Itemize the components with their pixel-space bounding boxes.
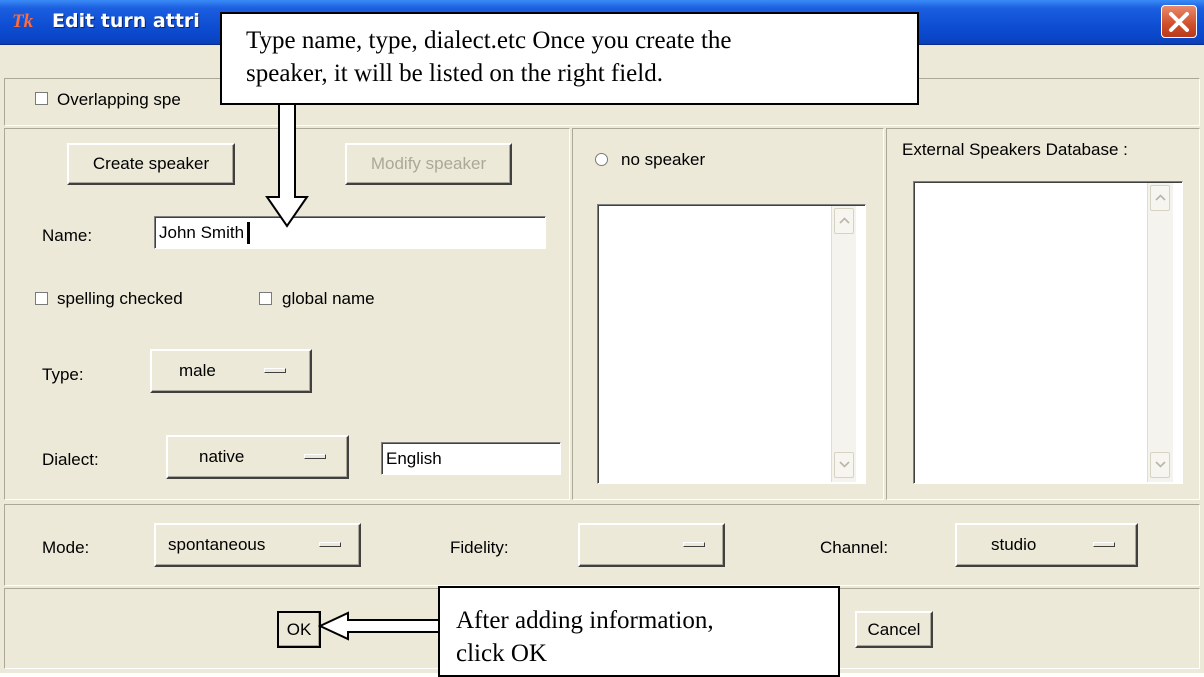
- window-title: Edit turn attri: [52, 10, 200, 32]
- menu-indicator-icon: [1093, 542, 1115, 547]
- fidelity-menu-button[interactable]: [578, 523, 725, 567]
- global-name-checkbox[interactable]: [259, 292, 272, 305]
- spelling-checked-label: spelling checked: [57, 289, 183, 308]
- dialect-menu-button[interactable]: native: [166, 435, 349, 479]
- external-speakers-database-label: External Speakers Database :: [902, 140, 1128, 159]
- ok-callout: After adding information, click OK: [438, 586, 840, 677]
- external-speakers-listbox[interactable]: [913, 181, 1183, 484]
- callout-text-line: After adding information,: [456, 607, 714, 634]
- mode-value: spontaneous: [168, 535, 266, 554]
- chevron-down-icon: [1155, 461, 1166, 468]
- dialect-value: native: [199, 447, 245, 466]
- close-icon: [1169, 12, 1189, 32]
- mode-label: Mode:: [42, 538, 90, 557]
- speakers-listbox[interactable]: [597, 204, 866, 484]
- overlapping-speech-label: Overlapping spe: [57, 90, 181, 109]
- menu-indicator-icon: [319, 542, 341, 547]
- type-label: Type:: [42, 365, 84, 384]
- spelling-checked-checkbox[interactable]: [35, 292, 48, 305]
- name-label: Name:: [42, 226, 93, 245]
- dialect-label: Dialect:: [42, 450, 99, 469]
- external-scrollbar[interactable]: [1147, 183, 1173, 482]
- menu-indicator-icon: [304, 454, 326, 459]
- scroll-down-button[interactable]: [1150, 452, 1170, 478]
- scroll-down-button[interactable]: [834, 452, 854, 478]
- chevron-up-icon: [839, 217, 850, 224]
- callout-text-line: speaker, it will be listed on the right …: [246, 60, 663, 87]
- dialect-text-field[interactable]: English: [381, 442, 561, 475]
- left-arrow-icon: [318, 611, 440, 641]
- fidelity-label: Fidelity:: [450, 538, 509, 557]
- callout-text-line: Type name, type, dialect.etc Once you cr…: [246, 27, 732, 54]
- close-button[interactable]: [1161, 5, 1197, 38]
- no-speaker-label: no speaker: [621, 150, 706, 169]
- no-speaker-radio[interactable]: [595, 153, 608, 166]
- chevron-up-icon: [1155, 194, 1166, 201]
- channel-menu-button[interactable]: studio: [955, 523, 1138, 567]
- menu-indicator-icon: [264, 368, 286, 373]
- modify-speaker-button[interactable]: Modify speaker: [345, 143, 512, 185]
- callout-text-line: click OK: [456, 640, 547, 667]
- name-value: John Smith: [159, 222, 245, 242]
- scroll-up-button[interactable]: [834, 208, 854, 234]
- text-cursor: [247, 221, 251, 244]
- chevron-down-icon: [839, 461, 850, 468]
- name-field[interactable]: John Smith: [154, 216, 546, 249]
- channel-value: studio: [991, 535, 1037, 554]
- create-speaker-button[interactable]: Create speaker: [67, 143, 235, 185]
- ok-button[interactable]: OK: [277, 611, 321, 648]
- type-value: male: [179, 361, 216, 380]
- menu-indicator-icon: [683, 542, 705, 547]
- speakers-scrollbar[interactable]: [831, 206, 856, 482]
- type-menu-button[interactable]: male: [150, 349, 312, 393]
- scroll-up-button[interactable]: [1150, 185, 1170, 211]
- overlapping-speech-checkbox[interactable]: [35, 92, 48, 105]
- cancel-button[interactable]: Cancel: [855, 611, 933, 648]
- mode-menu-button[interactable]: spontaneous: [154, 523, 361, 567]
- down-arrow-icon: [265, 103, 309, 228]
- channel-label: Channel:: [820, 538, 889, 557]
- transcriber-app-icon: Tk: [12, 11, 34, 32]
- global-name-label: global name: [282, 289, 375, 308]
- name-callout: Type name, type, dialect.etc Once you cr…: [220, 12, 919, 105]
